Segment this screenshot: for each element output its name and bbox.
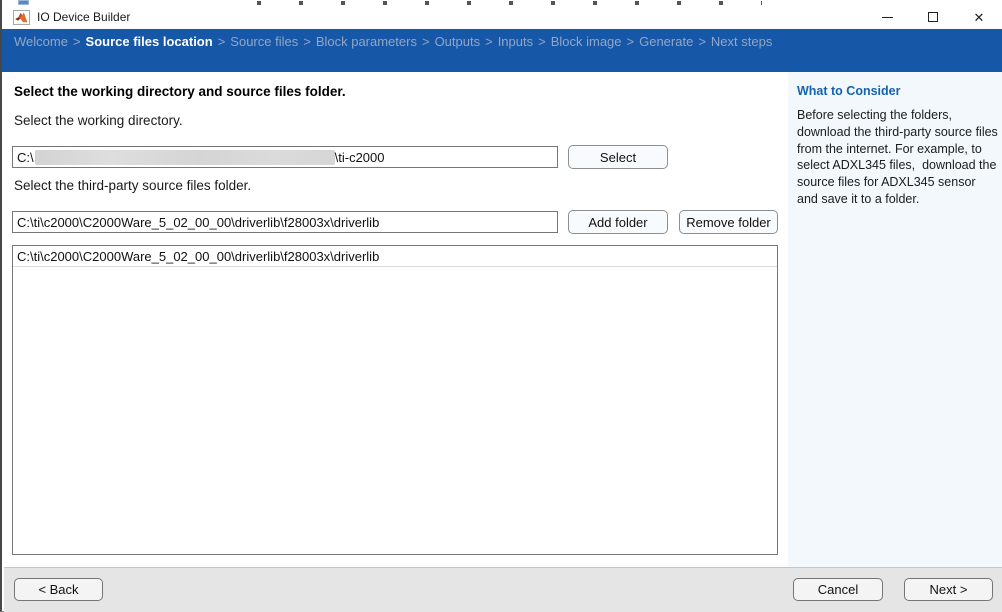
matlab-logo-icon xyxy=(13,10,30,25)
breadcrumb-step-source-files: Source files xyxy=(230,34,298,49)
what-to-consider-heading: What to Consider xyxy=(797,84,994,98)
working-directory-label: Select the working directory. xyxy=(14,113,183,128)
source-folder-label: Select the third-party source files fold… xyxy=(14,178,251,193)
window-title: IO Device Builder xyxy=(37,10,130,24)
breadcrumb-step-block-parameters: Block parameters xyxy=(316,34,417,49)
what-to-consider-text: Before selecting the folders, download t… xyxy=(797,107,999,208)
breadcrumb-step-source-files-location: Source files location xyxy=(86,34,213,49)
footer-bar: < Back Cancel Next > xyxy=(4,567,1002,612)
breadcrumb-separator: > xyxy=(422,34,430,49)
select-button[interactable]: Select xyxy=(568,145,668,169)
breadcrumb-separator: > xyxy=(303,34,311,49)
next-button[interactable]: Next > xyxy=(904,578,993,601)
window-controls: ✕ xyxy=(864,5,1002,29)
breadcrumb-step-generate: Generate xyxy=(639,34,693,49)
breadcrumb-step-inputs: Inputs xyxy=(498,34,533,49)
add-folder-button[interactable]: Add folder xyxy=(568,210,668,234)
close-button[interactable]: ✕ xyxy=(956,5,1002,29)
back-button[interactable]: < Back xyxy=(14,578,103,601)
breadcrumb-step-block-image: Block image xyxy=(551,34,622,49)
breadcrumb-separator: > xyxy=(627,34,635,49)
close-icon: ✕ xyxy=(974,11,985,24)
breadcrumb: Welcome > Source files location > Source fil… xyxy=(14,34,1002,49)
breadcrumb-separator: > xyxy=(218,34,226,49)
title-bar: IO Device Builder ✕ xyxy=(2,5,1002,29)
breadcrumb-separator: > xyxy=(538,34,546,49)
page-title: Select the working directory and source … xyxy=(14,84,346,99)
minimize-button[interactable] xyxy=(864,5,910,29)
breadcrumb-step-next-steps: Next steps xyxy=(711,34,772,49)
list-item[interactable]: C:\ti\c2000\C2000Ware_5_02_00_00\driverl… xyxy=(13,246,777,267)
breadcrumb-step-outputs: Outputs xyxy=(435,34,481,49)
source-folders-list[interactable]: C:\ti\c2000\C2000Ware_5_02_00_00\driverl… xyxy=(12,245,778,555)
content-area: Select the working directory and source … xyxy=(4,72,1002,567)
minimize-icon xyxy=(882,17,893,18)
cancel-button[interactable]: Cancel xyxy=(793,578,883,601)
breadcrumb-step-welcome: Welcome xyxy=(14,34,68,49)
io-device-builder-window: IO Device Builder ✕ Welcome > Source files… xyxy=(0,0,1002,612)
what-to-consider-panel: What to Consider Before selecting the fo… xyxy=(788,72,1002,567)
source-folder-input[interactable] xyxy=(12,211,558,233)
breadcrumb-separator: > xyxy=(73,34,81,49)
working-directory-value-suffix: \ti-c2000 xyxy=(335,150,385,165)
working-directory-value-prefix: C:\ xyxy=(17,150,34,165)
maximize-button[interactable] xyxy=(910,5,956,29)
remove-folder-button[interactable]: Remove folder xyxy=(679,210,778,234)
breadcrumb-separator: > xyxy=(698,34,706,49)
breadcrumb-separator: > xyxy=(485,34,493,49)
main-panel: Select the working directory and source … xyxy=(4,72,788,567)
redacted-path-overlay xyxy=(35,150,335,165)
wizard-header-band: Welcome > Source files location > Source fil… xyxy=(2,29,1002,72)
working-directory-input[interactable]: C:\ \ti-c2000 xyxy=(12,146,558,168)
maximize-icon xyxy=(928,12,938,22)
